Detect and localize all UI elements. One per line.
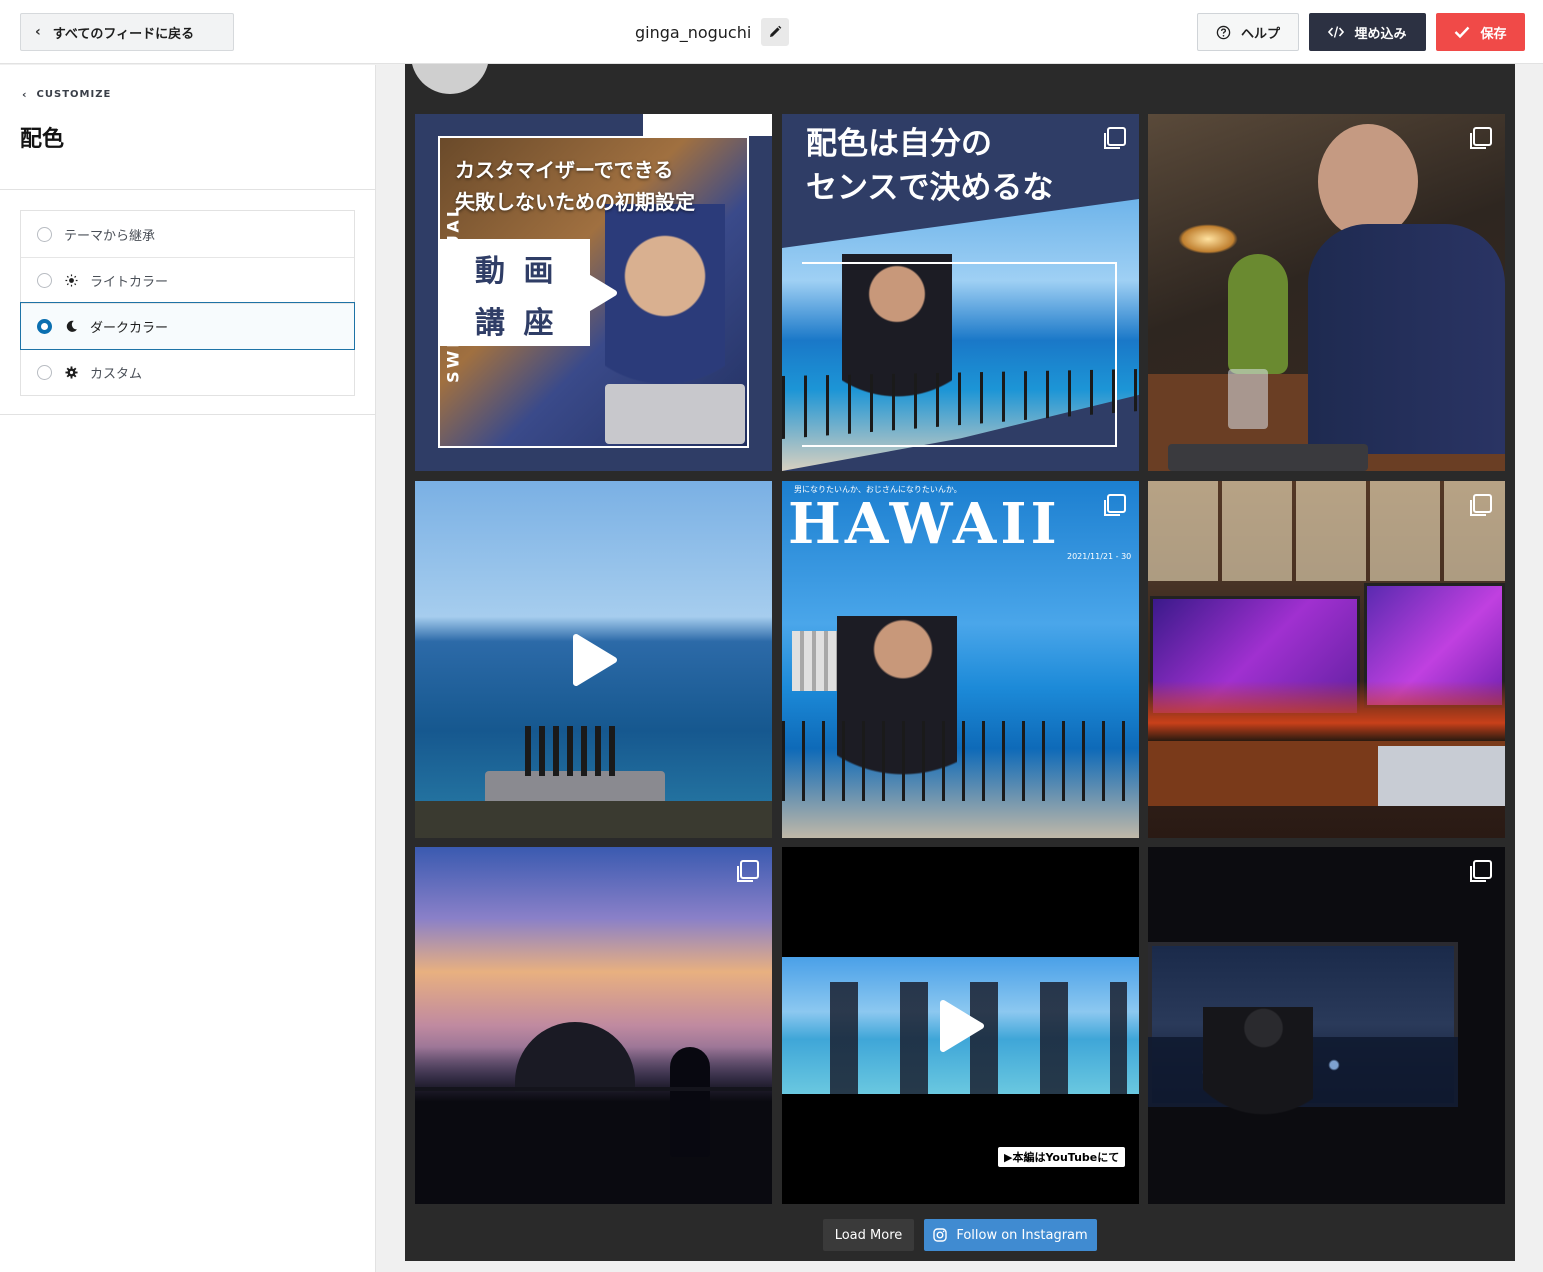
play-icon [572, 633, 617, 686]
instagram-icon [933, 1228, 948, 1242]
back-button-label: すべてのフィードに戻る [52, 26, 195, 42]
help-button[interactable]: ヘルプ [1197, 13, 1299, 51]
option-light-color[interactable]: ライトカラー [21, 257, 354, 303]
radio-button[interactable] [37, 273, 52, 288]
carousel-icon [1470, 860, 1492, 882]
radio-button-selected[interactable] [37, 319, 52, 334]
post-tile-2[interactable]: 配色は自分の センスで決めるな [782, 114, 1139, 471]
customize-sidebar: ‹ CUSTOMIZE 配色 テーマから継承 ライトカラー ダークカラー カスタ… [0, 65, 376, 1272]
embed-button[interactable]: 埋め込み [1309, 13, 1426, 51]
option-label: ダークカラー [90, 321, 169, 336]
feed-footer: Load More Follow on Instagram [405, 1219, 1515, 1251]
carousel-icon [1470, 494, 1492, 516]
carousel-icon [1104, 127, 1126, 149]
moon-icon [66, 320, 77, 332]
load-more-button[interactable]: Load More [823, 1219, 914, 1251]
sun-icon [64, 274, 78, 287]
option-label: カスタム [90, 367, 143, 382]
save-button[interactable]: 保存 [1436, 13, 1525, 51]
code-icon [1328, 26, 1345, 38]
section-title: 配色 [20, 127, 65, 152]
feed-name: ginga_noguchi [635, 22, 752, 42]
post-tile-9[interactable] [1148, 847, 1505, 1204]
option-custom[interactable]: カスタム [21, 349, 354, 395]
play-icon [939, 999, 984, 1052]
option-label: ライトカラー [90, 275, 169, 290]
post-text-line: 配色は自分の [806, 126, 992, 162]
follow-label: Follow on Instagram [956, 1227, 1088, 1243]
divider [0, 189, 375, 190]
post-box-text: 動 画 [475, 254, 558, 289]
save-label: 保存 [1480, 26, 1507, 42]
check-icon [1455, 26, 1470, 39]
post-tile-8[interactable]: ▶本編はYouTubeにて [782, 847, 1139, 1204]
post-caption: ▶本編はYouTubeにて [998, 1147, 1126, 1167]
option-label: テーマから継承 [64, 228, 156, 244]
post-box-text: 講 座 [475, 306, 558, 341]
profile-avatar[interactable] [411, 64, 489, 94]
post-side-text: SWELL MANUAL [443, 204, 463, 383]
chevron-left-icon: ‹ [22, 88, 28, 101]
post-tile-3[interactable] [1148, 114, 1505, 471]
follow-instagram-button[interactable]: Follow on Instagram [924, 1219, 1097, 1251]
edit-name-button[interactable] [761, 18, 790, 46]
feed-preview: カスタマイザーでできる 失敗しないための初期設定 動 画 講 座 SWELL M… [405, 64, 1515, 1261]
breadcrumb-label: CUSTOMIZE [36, 89, 112, 100]
chevron-left-icon: ‹ [35, 24, 41, 40]
post-tile-1[interactable]: カスタマイザーでできる 失敗しないための初期設定 動 画 講 座 SWELL M… [415, 114, 772, 471]
divider [0, 414, 375, 415]
post-title: HAWAII [788, 491, 1061, 557]
top-bar: ‹ すべてのフィードに戻る ginga_noguchi ヘルプ 埋め込み 保存 [0, 0, 1543, 64]
post-tile-4[interactable] [415, 481, 772, 838]
play-icon [572, 266, 617, 319]
carousel-icon [737, 860, 759, 882]
radio-button[interactable] [37, 226, 52, 242]
color-scheme-options: テーマから継承 ライトカラー ダークカラー カスタム [20, 210, 355, 396]
help-label: ヘルプ [1240, 26, 1280, 42]
option-dark-color[interactable]: ダークカラー [20, 302, 355, 350]
embed-label: 埋め込み [1354, 26, 1407, 42]
carousel-icon [1470, 127, 1492, 149]
post-tile-6[interactable] [1148, 481, 1505, 838]
post-tile-5[interactable]: 男になりたいんか、おじさんになりたいんか。 HAWAII 2021/11/21 … [782, 481, 1139, 838]
back-to-feeds-button[interactable]: ‹ すべてのフィードに戻る [20, 13, 234, 51]
post-text-line: 失敗しないための初期設定 [455, 190, 695, 214]
carousel-icon [1104, 494, 1126, 516]
post-text-line: センスで決めるな [806, 170, 1054, 206]
post-text-line: カスタマイザーでできる [455, 158, 674, 182]
feed-title: ginga_noguchi [635, 18, 790, 46]
help-icon [1216, 25, 1231, 39]
option-inherit-theme[interactable]: テーマから継承 [21, 211, 354, 257]
pencil-icon [770, 25, 782, 37]
post-date: 2021/11/21 - 30 [1067, 552, 1132, 561]
post-tile-7[interactable] [415, 847, 772, 1204]
gear-icon [64, 366, 78, 379]
radio-button[interactable] [37, 365, 52, 380]
breadcrumb[interactable]: ‹ CUSTOMIZE [22, 88, 111, 101]
